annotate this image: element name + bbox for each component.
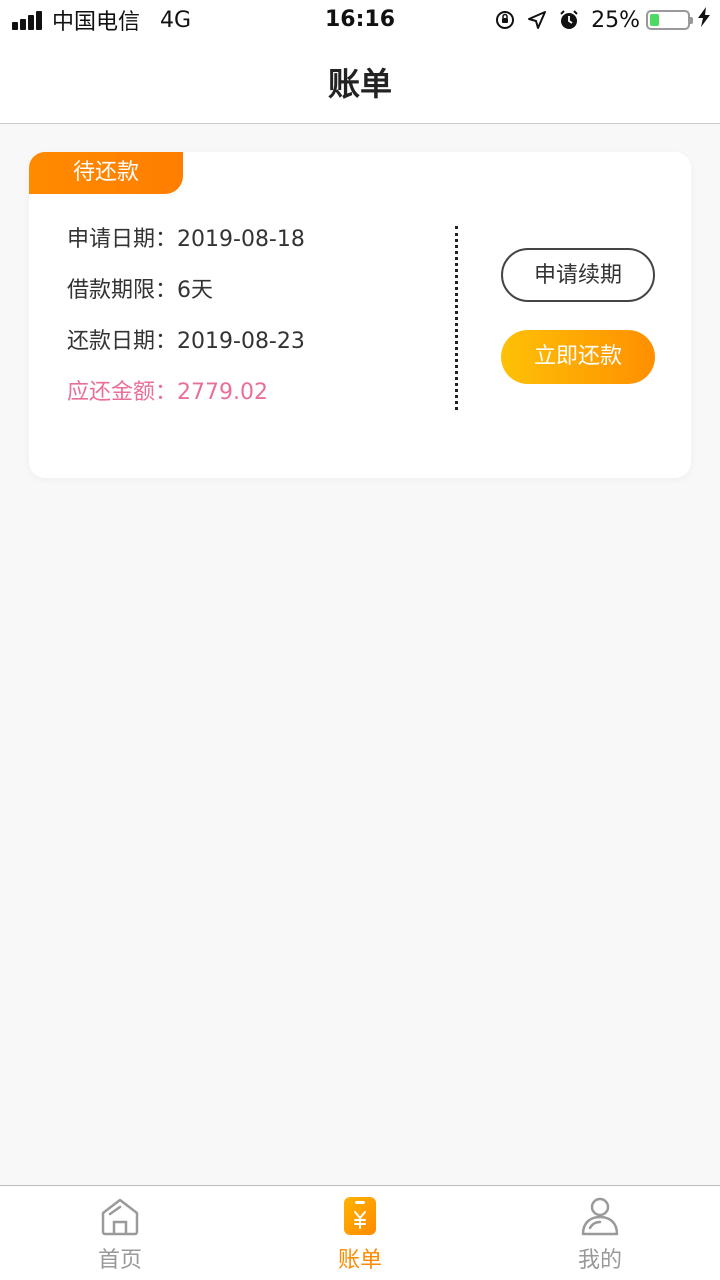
bill-card: 待还款 申请日期： 2019-08-18 借款期限： 6天 还款日期： 2019… — [29, 152, 691, 478]
bill-icon — [344, 1197, 376, 1235]
tab-bill[interactable]: 账单 — [240, 1186, 480, 1280]
alarm-icon — [557, 8, 581, 32]
loan-term-row: 借款期限： 6天 — [67, 275, 305, 326]
profile-icon — [581, 1197, 619, 1236]
repay-now-button[interactable]: 立即还款 — [501, 330, 655, 384]
status-right: 25% — [485, 0, 710, 40]
repay-date-label: 还款日期： — [67, 329, 178, 354]
apply-renewal-button[interactable]: 申请续期 — [501, 248, 655, 302]
status-bar: 中国电信 4G 16:16 25% — [0, 0, 720, 40]
tab-home-label: 首页 — [97, 1248, 142, 1273]
charging-icon — [698, 7, 710, 33]
amount-due-label: 应还金额： — [67, 380, 178, 405]
amount-due-row: 应还金额： 2779.02 — [67, 377, 305, 428]
network-type: 4G — [160, 7, 192, 33]
loan-term-label: 借款期限： — [67, 278, 178, 303]
status-badge: 待还款 — [29, 152, 183, 194]
amount-due-value: 2779.02 — [177, 380, 268, 405]
apply-date-value: 2019-08-18 — [177, 227, 305, 252]
apply-date-label: 申请日期： — [67, 227, 178, 252]
battery-icon — [646, 10, 693, 30]
screen: 中国电信 4G 16:16 25% 账单 待还款 申请日期： 2019-08-1… — [0, 0, 720, 1280]
bill-info-list: 申请日期： 2019-08-18 借款期限： 6天 还款日期： 2019-08-… — [67, 224, 305, 428]
tab-profile[interactable]: 我的 — [480, 1186, 720, 1280]
status-left: 中国电信 4G — [12, 0, 191, 40]
tab-bill-label: 账单 — [337, 1248, 382, 1273]
repay-date-value: 2019-08-23 — [177, 329, 305, 354]
orientation-lock-icon — [493, 8, 517, 32]
battery-level — [650, 14, 659, 26]
carrier-name: 中国电信 — [52, 10, 141, 35]
home-icon — [101, 1198, 139, 1236]
tab-home[interactable]: 首页 — [0, 1186, 240, 1280]
dotted-divider — [455, 226, 458, 410]
loan-term-value: 6天 — [177, 278, 214, 303]
location-icon — [525, 8, 549, 32]
signal-icon — [12, 10, 44, 30]
repay-date-row: 还款日期： 2019-08-23 — [67, 326, 305, 377]
nav-bar: 账单 — [0, 40, 720, 124]
apply-date-row: 申请日期： 2019-08-18 — [67, 224, 305, 275]
page-title: 账单 — [327, 64, 392, 103]
battery-percent: 25% — [591, 7, 640, 33]
tab-bar: 首页 账单 我的 — [0, 1185, 720, 1280]
tab-profile-label: 我的 — [577, 1248, 622, 1273]
